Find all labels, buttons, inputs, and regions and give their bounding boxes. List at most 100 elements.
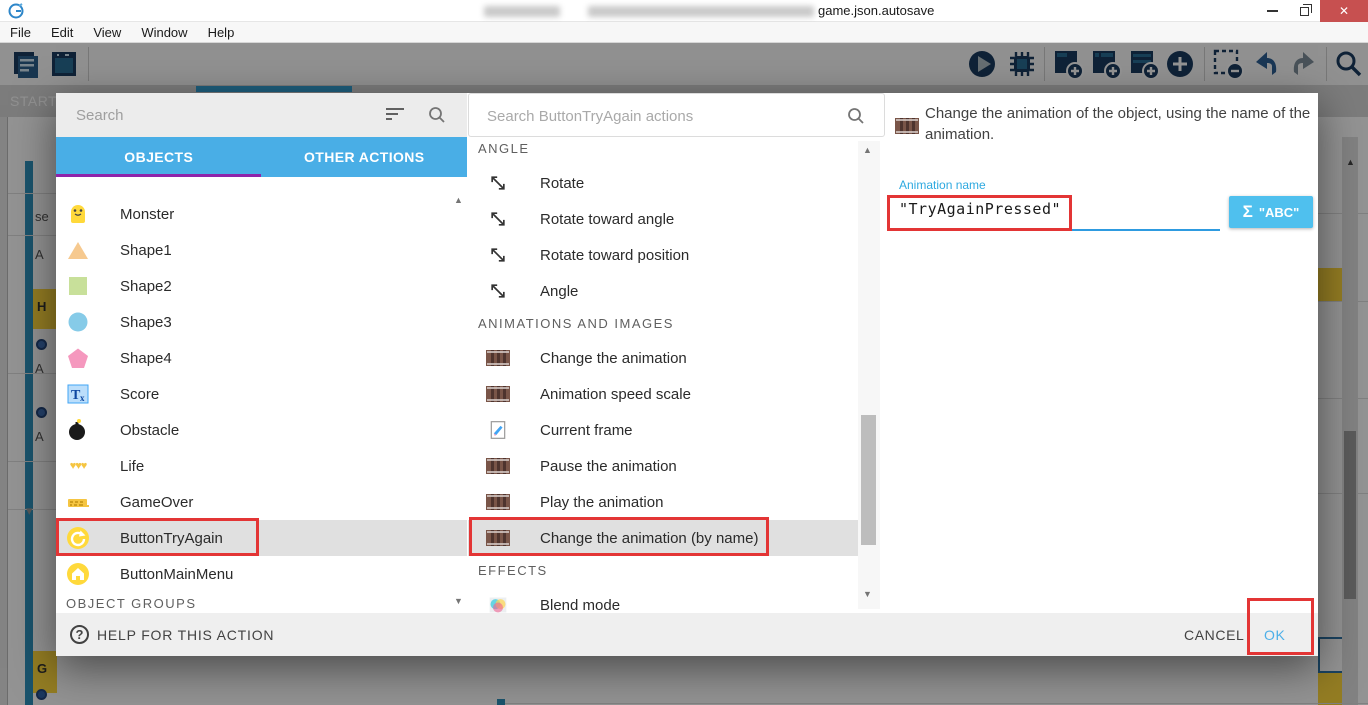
action-label: Blend mode (540, 597, 620, 614)
action-label: Play the animation (540, 494, 663, 511)
animation-name-label: Animation name (899, 178, 986, 192)
action-row-change-animation[interactable]: Change the animation (468, 340, 858, 376)
object-label: ButtonTryAgain (120, 530, 223, 547)
object-search-bar (56, 93, 467, 137)
object-row-buttonmainmenu[interactable]: ButtonMainMenu (56, 556, 467, 592)
object-search-input[interactable] (76, 103, 366, 127)
pentagon-shape-icon (66, 346, 90, 370)
object-panel-tabs: OBJECTS OTHER ACTIONS (56, 137, 467, 177)
action-label: Rotate toward angle (540, 211, 674, 228)
object-groups-header: OBJECT GROUPS (66, 596, 197, 611)
menu-file[interactable]: File (0, 25, 41, 40)
minimize-icon (1267, 10, 1278, 12)
object-row-gameover[interactable]: GameOver (56, 484, 467, 520)
object-label: ButtonMainMenu (120, 566, 233, 583)
action-row-pause-animation[interactable]: Pause the animation (468, 448, 858, 484)
rotate-icon (486, 173, 510, 193)
object-row-shape1[interactable]: Shape1 (56, 232, 467, 268)
section-header-effects: EFFECTS (478, 563, 548, 578)
object-label: Shape3 (120, 314, 172, 331)
object-label: Shape4 (120, 350, 172, 367)
triangle-shape-icon (66, 238, 90, 262)
scroll-down-icon[interactable]: ▼ (454, 596, 463, 606)
action-row-change-animation-by-name[interactable]: Change the animation (by name) (468, 520, 873, 556)
actions-search-input[interactable] (487, 104, 807, 128)
action-label: Angle (540, 283, 578, 300)
object-label: Monster (120, 206, 174, 223)
monster-icon (66, 202, 90, 226)
redacted-title-segment (588, 6, 814, 17)
action-row-angle[interactable]: Angle (468, 273, 858, 309)
tab-other-actions[interactable]: OTHER ACTIONS (262, 137, 468, 177)
menu-edit[interactable]: Edit (41, 25, 83, 40)
object-row-score[interactable]: Tx Score (56, 376, 467, 412)
retry-button-icon (66, 526, 90, 550)
object-row-obstacle[interactable]: Obstacle (56, 412, 467, 448)
circle-shape-icon (66, 310, 90, 334)
menu-view[interactable]: View (83, 25, 131, 40)
object-row-shape4[interactable]: Shape4 (56, 340, 467, 376)
window-title: game.json.autosave (818, 3, 934, 18)
frame-document-icon (486, 420, 510, 440)
active-tab-underline (56, 174, 261, 177)
actions-search-bar (468, 93, 885, 137)
action-label: Rotate toward position (540, 247, 689, 264)
rotate-icon (486, 281, 510, 301)
square-shape-icon (66, 274, 90, 298)
menu-help[interactable]: Help (198, 25, 245, 40)
tab-objects[interactable]: OBJECTS (56, 137, 262, 177)
film-strip-icon (486, 386, 510, 402)
action-label: Pause the animation (540, 458, 677, 475)
film-strip-icon (895, 118, 919, 134)
sigma-icon: Σ (1243, 202, 1253, 222)
titlebar: game.json.autosave ✕ (0, 0, 1368, 22)
gdevelop-logo-icon (8, 3, 24, 19)
object-row-shape3[interactable]: Shape3 (56, 304, 467, 340)
action-row-current-frame[interactable]: Current frame (468, 412, 858, 448)
rotate-icon (486, 245, 510, 265)
scroll-down-icon[interactable]: ▼ (863, 589, 872, 599)
gameover-text-icon (66, 490, 90, 514)
menubar: File Edit View Window Help (0, 22, 1368, 43)
object-row-buttontryagain[interactable]: ButtonTryAgain (56, 520, 467, 556)
film-strip-icon (486, 494, 510, 510)
action-row-rotate-toward-position[interactable]: Rotate toward position (468, 237, 858, 273)
help-link[interactable]: ? HELP FOR THIS ACTION (70, 625, 274, 644)
object-label: Obstacle (120, 422, 179, 439)
text-object-icon: Tx (66, 382, 90, 406)
actions-scrollbar-thumb[interactable] (861, 415, 876, 545)
object-row-shape2[interactable]: Shape2 (56, 268, 467, 304)
filter-icon[interactable] (386, 108, 404, 122)
search-icon[interactable] (428, 106, 446, 124)
hearts-icon: ♥♥♥ (66, 454, 90, 478)
object-row-life[interactable]: ♥♥♥ Life (56, 448, 467, 484)
animation-name-input[interactable] (899, 196, 1219, 222)
close-button[interactable]: ✕ (1320, 0, 1368, 22)
help-icon: ? (70, 625, 89, 644)
section-header-angle: ANGLE (478, 141, 530, 156)
minimize-button[interactable] (1256, 0, 1288, 22)
action-description: Change the animation of the object, usin… (925, 103, 1313, 145)
film-strip-icon (486, 458, 510, 474)
action-label: Change the animation (by name) (540, 530, 758, 547)
action-row-rotate[interactable]: Rotate (468, 165, 858, 201)
cancel-button[interactable]: CANCEL (1184, 627, 1244, 643)
action-row-rotate-toward-angle[interactable]: Rotate toward angle (468, 201, 858, 237)
action-label: Rotate (540, 175, 584, 192)
scroll-up-icon[interactable]: ▲ (454, 195, 463, 205)
scroll-up-icon[interactable]: ▲ (863, 145, 872, 155)
help-label: HELP FOR THIS ACTION (97, 627, 274, 643)
object-label: Shape1 (120, 242, 172, 259)
object-label: Score (120, 386, 159, 403)
expression-builder-button[interactable]: Σ "ABC" (1229, 196, 1313, 228)
object-label: Life (120, 458, 144, 475)
object-label: Shape2 (120, 278, 172, 295)
object-row-monster[interactable]: Monster (56, 196, 467, 232)
menu-window[interactable]: Window (131, 25, 197, 40)
action-row-animation-speed-scale[interactable]: Animation speed scale (468, 376, 858, 412)
action-label: Change the animation (540, 350, 687, 367)
ok-button[interactable]: OK (1264, 627, 1285, 643)
restore-button[interactable] (1288, 0, 1320, 22)
search-icon[interactable] (847, 107, 865, 125)
action-row-play-animation[interactable]: Play the animation (468, 484, 858, 520)
